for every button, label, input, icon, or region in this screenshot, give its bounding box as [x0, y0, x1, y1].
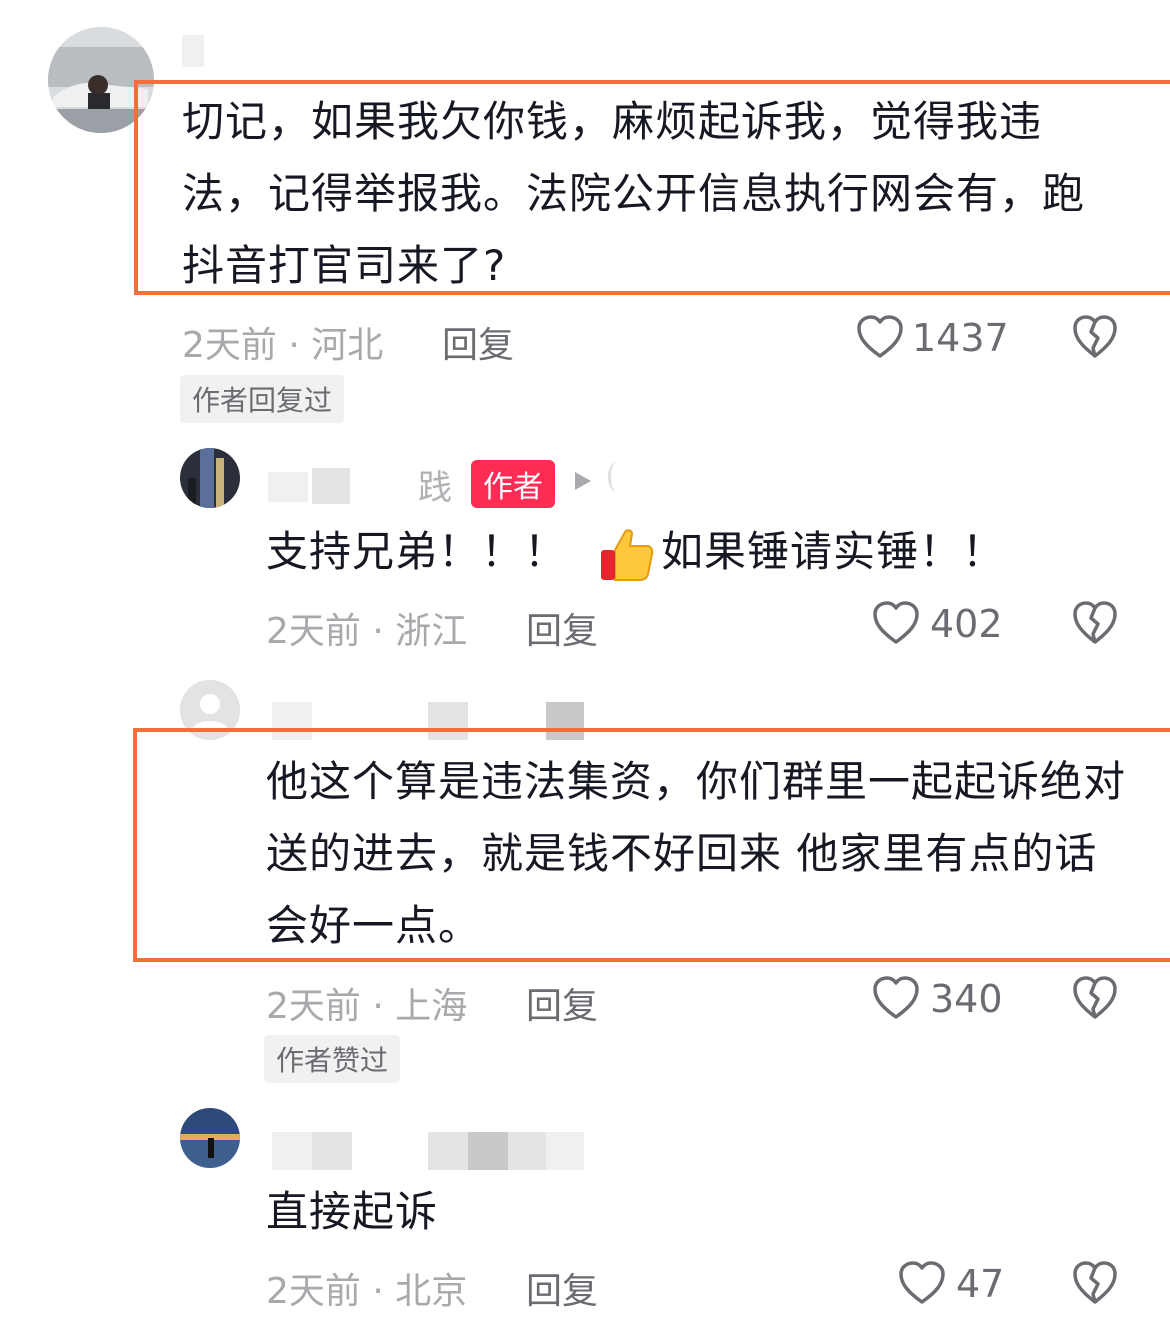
comment-meta: 2天前 · 河北 [182, 325, 384, 366]
broken-heart-icon[interactable] [1072, 1260, 1118, 1306]
like-count: 340 [930, 977, 1003, 1021]
comment-text: 他这个算是违法集资，你们群里一起起诉绝对送的进去，就是钱不好回来 他家里有点的话… [266, 757, 1127, 950]
reply-button[interactable]: 回复 [442, 316, 514, 368]
reply-button[interactable]: 回复 [526, 1262, 598, 1314]
author-badge: 作者 [471, 460, 555, 508]
play-triangle-icon [572, 470, 594, 492]
author-replied-tag: 作者回复过 [180, 375, 345, 423]
comment-text-part: 如果锤请实锤！！ [661, 527, 1006, 576]
like-count: 402 [930, 602, 1003, 646]
heart-outline-icon[interactable] [872, 600, 920, 646]
comment-text: 支持兄弟！！！ 如果锤请实锤！！ [266, 516, 1005, 588]
heart-outline-icon[interactable] [898, 1260, 946, 1306]
comment-meta: 2天前 · 上海 [266, 986, 468, 1027]
heart-outline-icon[interactable] [872, 975, 920, 1021]
comment-meta: 2天前 · 浙江 [266, 611, 468, 652]
comment-meta: 2天前 · 北京 [266, 1271, 468, 1312]
author-liked-tag: 作者赞过 [264, 1035, 401, 1083]
username[interactable]: 践 [418, 460, 452, 509]
reply-button[interactable]: 回复 [526, 602, 598, 654]
heart-outline-icon[interactable] [856, 314, 904, 360]
comment-text: 直接起诉 [266, 1187, 439, 1236]
reply-button[interactable]: 回复 [526, 977, 598, 1029]
comment-text: 切记，如果我欠你钱，麻烦起诉我，觉得我违法，记得举报我。法院公开信息执行网会有，… [182, 97, 1086, 290]
like-count: 1437 [912, 316, 1009, 360]
comment-text-part: 支持兄弟！！！ [266, 527, 568, 576]
broken-heart-icon[interactable] [1072, 314, 1118, 360]
like-count: 47 [956, 1262, 1005, 1306]
thumbs-up-emoji [597, 526, 655, 584]
broken-heart-icon[interactable] [1072, 600, 1118, 646]
avatar[interactable] [180, 1108, 240, 1168]
avatar[interactable] [180, 448, 240, 508]
broken-heart-icon[interactable] [1072, 975, 1118, 1021]
